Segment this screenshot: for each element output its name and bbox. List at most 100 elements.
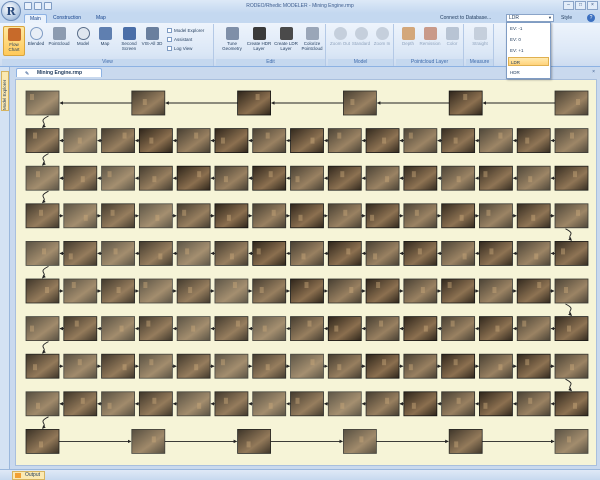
image-thumbnail[interactable] <box>365 316 400 342</box>
dropdown-option-ev-minus1[interactable]: EV: -1 <box>508 24 549 33</box>
image-thumbnail[interactable] <box>554 90 589 116</box>
image-thumbnail[interactable] <box>403 203 438 229</box>
image-thumbnail[interactable] <box>63 316 98 342</box>
image-thumbnail[interactable] <box>252 353 287 379</box>
image-thumbnail[interactable] <box>554 428 589 454</box>
create-hdr-layer-button[interactable]: Create HDR Layer <box>246 26 272 56</box>
image-thumbnail[interactable] <box>131 428 166 454</box>
image-thumbnail[interactable] <box>479 316 513 342</box>
image-thumbnail[interactable] <box>365 203 400 229</box>
image-thumbnail[interactable] <box>327 353 362 379</box>
image-thumbnail[interactable] <box>554 316 589 342</box>
image-thumbnail[interactable] <box>25 428 60 454</box>
image-thumbnail[interactable] <box>176 203 211 229</box>
image-thumbnail[interactable] <box>63 165 98 191</box>
image-thumbnail[interactable] <box>403 278 438 304</box>
standard-view-button[interactable]: Standard <box>350 26 372 56</box>
tab-map[interactable]: Map <box>91 14 111 23</box>
image-thumbnail[interactable] <box>25 165 60 191</box>
image-thumbnail[interactable] <box>403 353 438 379</box>
image-thumbnail[interactable] <box>290 391 324 417</box>
image-thumbnail[interactable] <box>176 165 211 191</box>
image-thumbnail[interactable] <box>403 128 438 153</box>
image-thumbnail[interactable] <box>365 128 400 153</box>
image-thumbnail[interactable] <box>479 278 513 304</box>
dropdown-option-ldr[interactable]: LDR <box>508 57 549 66</box>
image-thumbnail[interactable] <box>138 391 173 417</box>
image-thumbnail[interactable] <box>290 240 324 266</box>
tune-geometry-button[interactable]: Tune Geometry <box>219 26 245 56</box>
second-screen-button[interactable]: Second Screen <box>118 26 140 56</box>
image-thumbnail[interactable] <box>176 391 211 417</box>
image-thumbnail[interactable] <box>479 353 513 379</box>
image-thumbnail[interactable] <box>554 165 589 191</box>
image-thumbnail[interactable] <box>237 428 272 454</box>
assistant-checkbox[interactable]: Assistant <box>167 37 192 42</box>
image-thumbnail[interactable] <box>554 391 589 417</box>
style-menu[interactable]: Style <box>561 15 572 21</box>
create-ldr-layer-button[interactable]: Create LDR Layer <box>273 26 299 56</box>
image-thumbnail[interactable] <box>63 391 98 417</box>
log-view-checkbox[interactable]: Log View <box>167 46 192 51</box>
image-thumbnail[interactable] <box>237 90 272 116</box>
map-button[interactable]: Map <box>94 26 116 56</box>
image-thumbnail[interactable] <box>63 353 98 379</box>
model-button[interactable]: Model <box>72 26 94 56</box>
image-thumbnail[interactable] <box>327 203 362 229</box>
dropdown-option-ev-0[interactable]: EV: 0 <box>508 35 549 44</box>
image-thumbnail[interactable] <box>25 391 60 417</box>
image-thumbnail[interactable] <box>101 240 135 266</box>
flow-chart-button[interactable]: Flow Chart <box>3 26 25 56</box>
image-thumbnail[interactable] <box>290 353 324 379</box>
image-thumbnail[interactable] <box>554 240 589 266</box>
image-thumbnail[interactable] <box>516 316 551 342</box>
image-thumbnail[interactable] <box>101 203 135 229</box>
image-thumbnail[interactable] <box>214 278 249 304</box>
depth-button[interactable]: Depth <box>397 26 419 56</box>
image-thumbnail[interactable] <box>252 278 287 304</box>
image-thumbnail[interactable] <box>25 316 60 342</box>
model-explorer-tab[interactable]: Model Explorer <box>1 71 9 111</box>
image-thumbnail[interactable] <box>403 165 438 191</box>
image-thumbnail[interactable] <box>365 353 400 379</box>
model-explorer-checkbox[interactable]: Model Explorer <box>167 28 204 33</box>
image-thumbnail[interactable] <box>214 391 249 417</box>
image-thumbnail[interactable] <box>214 128 249 153</box>
image-thumbnail[interactable] <box>516 203 551 229</box>
image-thumbnail[interactable] <box>138 353 173 379</box>
image-thumbnail[interactable] <box>252 391 287 417</box>
image-thumbnail[interactable] <box>25 240 60 266</box>
remission-button[interactable]: Remission <box>419 26 441 56</box>
image-thumbnail[interactable] <box>516 391 551 417</box>
image-thumbnail[interactable] <box>327 165 362 191</box>
image-thumbnail[interactable] <box>365 240 400 266</box>
image-thumbnail[interactable] <box>138 128 173 153</box>
image-thumbnail[interactable] <box>479 128 513 153</box>
image-thumbnail[interactable] <box>342 90 377 116</box>
image-thumbnail[interactable] <box>448 428 483 454</box>
image-thumbnail[interactable] <box>365 391 400 417</box>
image-thumbnail[interactable] <box>101 316 135 342</box>
image-thumbnail[interactable] <box>252 128 287 153</box>
image-thumbnail[interactable] <box>176 128 211 153</box>
image-thumbnail[interactable] <box>25 353 60 379</box>
image-thumbnail[interactable] <box>101 128 135 153</box>
image-thumbnail[interactable] <box>516 240 551 266</box>
straight-measure-button[interactable]: Straight <box>469 26 491 56</box>
image-thumbnail[interactable] <box>252 165 287 191</box>
image-thumbnail[interactable] <box>101 391 135 417</box>
new-file-icon[interactable] <box>24 2 32 10</box>
image-thumbnail[interactable] <box>554 278 589 304</box>
image-thumbnail[interactable] <box>554 353 589 379</box>
connect-database-label[interactable]: Connect to Database... <box>440 15 491 21</box>
image-thumbnail[interactable] <box>214 353 249 379</box>
image-thumbnail[interactable] <box>441 128 476 153</box>
image-thumbnail[interactable] <box>138 165 173 191</box>
image-thumbnail[interactable] <box>63 278 98 304</box>
image-thumbnail[interactable] <box>25 278 60 304</box>
image-thumbnail[interactable] <box>403 240 438 266</box>
image-thumbnail[interactable] <box>63 240 98 266</box>
flow-chart-graph[interactable] <box>16 80 598 467</box>
dropdown-option-hdr[interactable]: HDR <box>508 68 549 77</box>
image-thumbnail[interactable] <box>441 353 476 379</box>
